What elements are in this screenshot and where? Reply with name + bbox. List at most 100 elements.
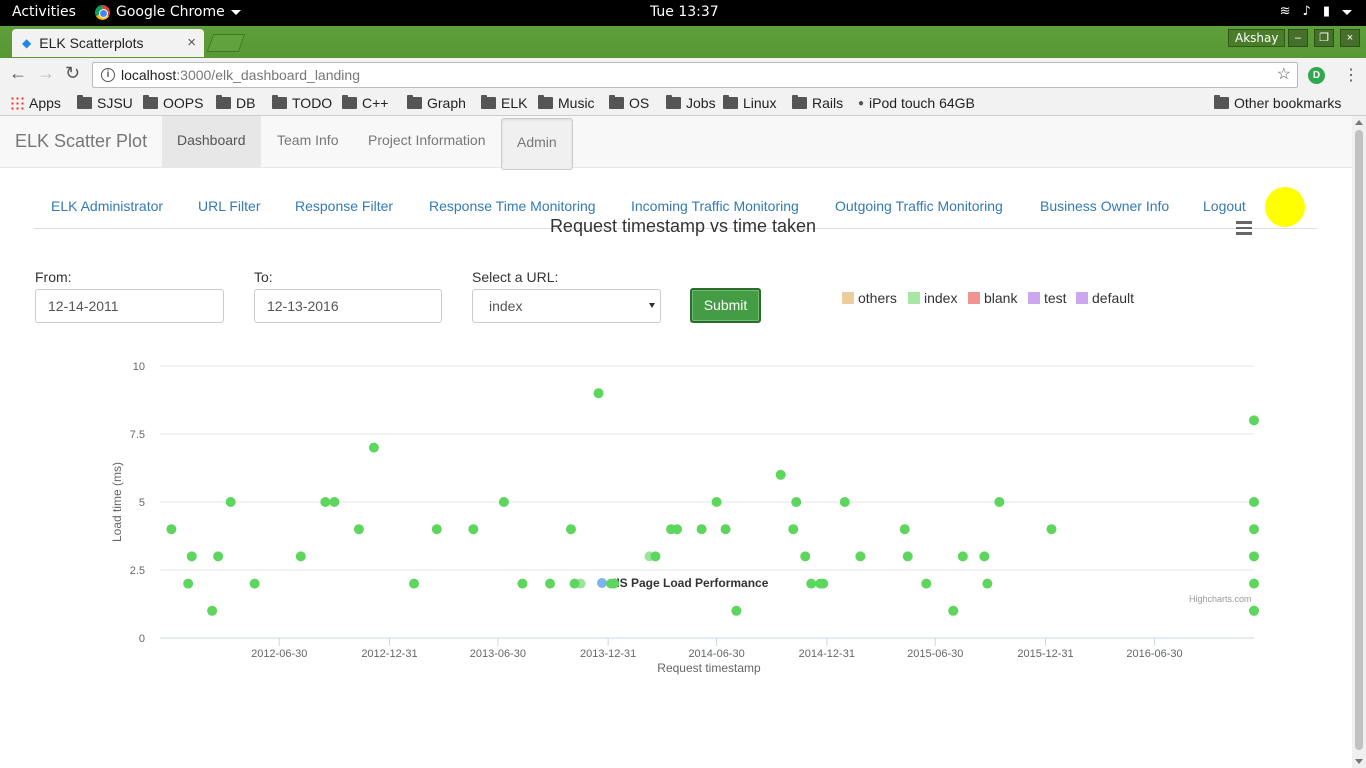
tab-title: ELK Scatterplots [39,35,144,51]
y-tick-label: 10 [133,361,145,373]
bookmark-jobs[interactable]: Jobs [666,95,716,111]
bookmarks-bar: Apps SJSU OOPS DB TODO C++ Graph ELK Music OS Jobs… [0,92,1366,116]
scatter-point [431,524,442,535]
scatter-point [957,551,968,562]
x-tick-label: 2016-06-30 [1126,648,1182,660]
restore-icon[interactable]: ❐ [1314,29,1334,47]
scatter-point [498,497,509,507]
scatter-point [731,605,742,616]
forward-icon[interactable]: → [37,63,55,84]
scatter-point [353,524,364,535]
scatter-point [249,578,260,589]
scatter-point [1249,524,1259,535]
scatter-point [818,578,829,589]
scatter-point [225,497,236,507]
extension-icon[interactable]: D [1308,67,1325,84]
bookmark-graph[interactable]: Graph [407,95,466,111]
scatter-point [899,524,910,535]
scroll-down-icon[interactable] [1355,759,1363,764]
bookmark-label: SJSU [97,95,133,111]
bookmark-label: Music [558,95,595,111]
x-axis-title: Request timestamp [657,661,761,675]
other-bookmarks[interactable]: Other bookmarks [1214,95,1341,111]
bookmark-label: iPod touch 64GB [869,95,975,111]
x-tick-label: 2013-06-30 [470,648,526,660]
scatter-point [902,551,913,562]
app-menu[interactable]: Google Chrome [95,4,241,20]
address-bar[interactable]: i localhost:3000/elk_dashboard_landing ☆ [92,62,1298,88]
chevron-down-icon [230,9,241,15]
app-name: Google Chrome [116,4,225,20]
clock[interactable]: Tue 13:37 [650,4,719,20]
tab-elk-scatterplots[interactable]: ◆ ELK Scatterplots × [12,29,204,57]
scatter-point [775,469,786,480]
scatter-chart: 0 2.5 5 7.5 10 2012-06-30 2012-12-31 2013-06-30… [110,361,1259,675]
scatter-point [982,578,993,589]
system-tray[interactable]: ≋ ♪ ▮ [1280,4,1352,19]
scatter-point [672,524,683,535]
folder-icon [609,95,624,109]
scatter-point [1249,551,1259,562]
folder-icon [272,95,287,109]
bookmark-c-[interactable]: C++ [342,95,388,111]
y-tick-label: 7.5 [130,429,145,441]
scatter-point [207,605,218,616]
folder-icon [407,95,422,109]
scroll-up-icon[interactable] [1355,120,1363,125]
wifi-icon: ≋ [1279,4,1291,19]
minimize-icon[interactable]: – [1288,29,1308,47]
bookmark-label: Graph [427,95,466,111]
scatter-point [1249,415,1259,426]
x-tick-label: 2012-06-30 [251,648,307,660]
bookmark-music[interactable]: Music [538,95,595,111]
bookmark-linux[interactable]: Linux [723,95,776,111]
close-icon[interactable]: × [187,34,196,51]
reload-icon[interactable]: ↻ [65,63,80,84]
scatter-point [806,578,817,589]
x-tick-label: 2015-12-31 [1017,648,1073,660]
folder-icon [792,95,807,109]
bookmark-apps[interactable]: Apps [10,95,61,111]
scatter-point [320,497,331,507]
x-tick-label: 2014-06-30 [688,648,744,660]
close-window-icon[interactable]: × [1340,29,1360,47]
bookmark-sjsu[interactable]: SJSU [77,95,133,111]
scatter-point [1249,578,1259,589]
system-top-bar: Activities Google Chrome Tue 13:37 ≋ ♪ ▮ [0,0,1366,26]
scatter-point [565,524,576,535]
bookmark-label: Linux [743,95,777,111]
bookmark-star-icon[interactable]: ☆ [1277,63,1291,87]
bookmark-todo[interactable]: TODO [272,95,332,111]
bookmark-elk[interactable]: ELK [481,95,527,111]
bookmark-oops[interactable]: OOPS [143,95,203,111]
bookmark-os[interactable]: OS [609,95,649,111]
bookmark-ipod-touch-64gb[interactable]: ● iPod touch 64GB [858,95,975,111]
scatter-point [609,578,620,589]
url-path: :3000/elk_dashboard_landing [176,67,360,83]
scrollbar-thumb[interactable] [1355,130,1363,750]
scatter-point [517,578,528,589]
activities-button[interactable]: Activities [12,4,76,20]
scatter-point [329,497,340,507]
bookmark-db[interactable]: DB [216,95,255,111]
info-icon[interactable]: i [101,68,115,82]
menu-icon[interactable]: ⋮ [1343,65,1359,85]
bookmark-rails[interactable]: Rails [792,95,843,111]
scatter-point [183,578,194,589]
scatter-point [855,551,866,562]
scatter-point [696,524,707,535]
scatter-point [1249,605,1259,616]
chevron-down-icon [1342,10,1352,15]
battery-icon: ▮ [1322,4,1330,19]
back-icon[interactable]: ← [9,63,27,84]
folder-icon [538,95,553,109]
page-scrollbar[interactable] [1352,116,1366,768]
scatter-point [711,497,722,507]
folder-icon [481,95,496,109]
new-tab-button[interactable] [206,34,246,52]
scatter-point [409,578,420,589]
profile-button[interactable]: Akshay [1228,29,1286,47]
scatter-point [791,497,802,507]
scatter-point [468,524,479,535]
bookmark-label: OOPS [163,95,204,111]
